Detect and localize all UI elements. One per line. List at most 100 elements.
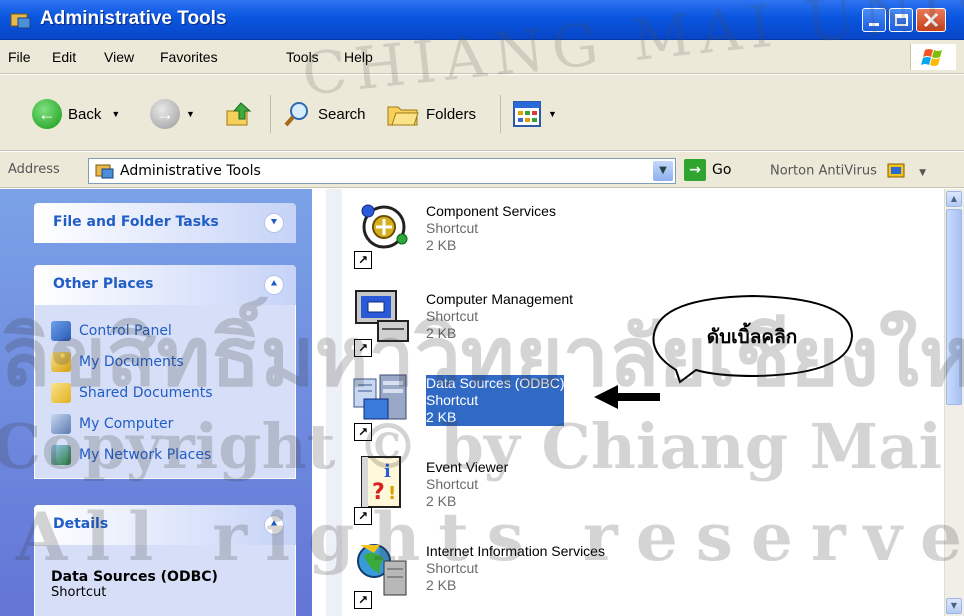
control-panel-icon [51,320,71,341]
chevron-down-icon: ▼ [548,109,557,119]
file-list-scrollbar[interactable]: ▲ ▼ [944,189,964,616]
close-icon [923,12,939,28]
title-bar[interactable]: Administrative Tools [0,0,964,40]
place-my-network-places[interactable]: My Network Places [51,439,281,470]
svg-text:!: ! [388,483,396,504]
menu-edit[interactable]: Edit [52,49,76,65]
administrative-tools-icon [95,164,114,179]
expand-chevron-icon[interactable]: ⯆ [264,213,284,233]
file-type: Shortcut [426,308,479,324]
file-text: Event Viewer Shortcut 2 KB [426,459,508,510]
file-size: 2 KB [426,237,457,253]
back-label: Back [68,105,102,123]
file-type: Shortcut [426,476,479,492]
place-label: Control Panel [79,322,172,339]
forward-button[interactable]: → ▼ [150,99,195,129]
window-title: Administrative Tools [40,8,227,29]
toolbar: ← Back ▼ → ▼ Search Folders ▼ [0,75,964,151]
menu-view[interactable]: View [104,49,134,65]
task-pane: File and Folder Tasks ⯆ Other Places ⯅ C… [0,189,332,616]
views-button[interactable]: ▼ [512,99,557,129]
address-input[interactable]: Administrative Tools ▼ [88,158,676,184]
shortcut-arrow-icon: ↗ [354,339,372,357]
file-type: Shortcut [426,560,479,576]
left-pane-scrollbar-strip [326,189,342,616]
address-value: Administrative Tools [120,163,261,179]
file-name: Internet Information Services [426,543,605,559]
place-label: My Computer [79,415,174,432]
collapse-chevron-icon[interactable]: ⯅ [264,515,284,535]
back-button[interactable]: ← Back ▼ [32,99,120,129]
administrative-tools-icon [10,13,31,29]
folders-button[interactable]: Folders [386,99,476,129]
pointer-arrow-icon [594,385,660,409]
toolbar-separator [500,95,501,133]
file-item-event-viewer[interactable]: i ? ! ↗ Event Viewer Shortcut 2 KB [350,451,910,525]
close-button[interactable] [916,8,946,32]
go-button[interactable]: → Go [684,159,731,181]
scroll-down-icon[interactable]: ▼ [946,598,962,614]
menu-file[interactable]: File [8,49,31,65]
double-click-callout: ดับเบิ้ลคลิก [646,290,858,384]
toolbar-separator [270,95,271,133]
maximize-button[interactable] [889,8,913,32]
chevron-down-icon: ▼ [186,109,195,119]
other-places-panel: Other Places ⯅ Control Panel My Document… [34,265,296,479]
shortcut-arrow-icon: ↗ [354,591,372,609]
place-control-panel[interactable]: Control Panel [51,315,281,346]
menu-help[interactable]: Help [344,49,373,65]
place-shared-documents[interactable]: Shared Documents [51,377,281,408]
other-places-list: Control Panel My Documents Shared Docume… [34,305,296,479]
back-arrow-icon: ← [32,99,62,129]
address-label: Address [8,162,60,177]
up-folder-button[interactable] [224,99,254,129]
file-folder-tasks-panel: File and Folder Tasks ⯆ [34,203,296,243]
views-icon [513,101,541,127]
panel-title: Details [53,516,109,532]
forward-arrow-icon: → [150,99,180,129]
collapse-chevron-icon[interactable]: ⯅ [264,275,284,295]
panel-title: Other Places [53,276,154,292]
maximize-icon [895,14,908,26]
place-my-computer[interactable]: My Computer [51,408,281,439]
folder-icon [51,382,71,403]
chevron-down-icon: ▼ [919,167,927,178]
callout-text: ดับเบิ้ลคลิก [706,326,798,348]
file-name: Computer Management [426,291,574,307]
file-item-component-services[interactable]: ↗ Component Services Shortcut 2 KB [350,195,910,269]
norton-antivirus-button[interactable]: Norton AntiVirus ▼ [770,162,926,180]
norton-label: Norton AntiVirus [770,163,877,179]
minimize-button[interactable] [862,8,886,32]
shortcut-arrow-icon: ↗ [354,423,372,441]
menu-favorites[interactable]: Favorites [160,49,218,65]
network-places-icon [51,444,71,465]
place-my-documents[interactable]: My Documents [51,346,281,377]
menu-bar: File Edit View Favorites Tools Help [0,40,964,74]
file-item-internet-information-services[interactable]: ↗ Internet Information Services Shortcut… [350,535,910,609]
details-panel: Details ⯅ Data Sources (ODBC) Shortcut [34,505,296,616]
file-name: Component Services [426,203,556,219]
details-name: Data Sources (ODBC) [51,569,218,585]
place-label: Shared Documents [79,384,213,401]
file-type: Shortcut [426,392,479,408]
file-text: Computer Management Shortcut 2 KB [426,291,573,342]
shortcut-arrow-icon: ↗ [354,507,372,525]
search-button[interactable]: Search [282,99,366,129]
details-header[interactable]: Details ⯅ [34,505,296,545]
svg-text:i: i [384,461,391,482]
details-body: Data Sources (ODBC) Shortcut [34,545,296,616]
other-places-header[interactable]: Other Places ⯅ [34,265,296,305]
place-label: My Network Places [79,446,212,463]
chevron-down-icon[interactable]: ▼ [653,161,673,181]
file-folder-tasks-header[interactable]: File and Folder Tasks ⯆ [34,203,296,243]
scroll-up-icon[interactable]: ▲ [946,191,962,207]
place-label: My Documents [79,353,184,370]
menu-tools[interactable]: Tools [286,49,319,65]
file-size: 2 KB [426,577,457,593]
file-type: Shortcut [426,220,479,236]
panel-title: File and Folder Tasks [53,214,219,230]
windows-logo-icon [910,44,956,70]
address-bar: Address Administrative Tools ▼ → Go Nort… [0,152,964,188]
svg-text:?: ? [372,480,385,505]
scroll-thumb[interactable] [946,209,962,405]
